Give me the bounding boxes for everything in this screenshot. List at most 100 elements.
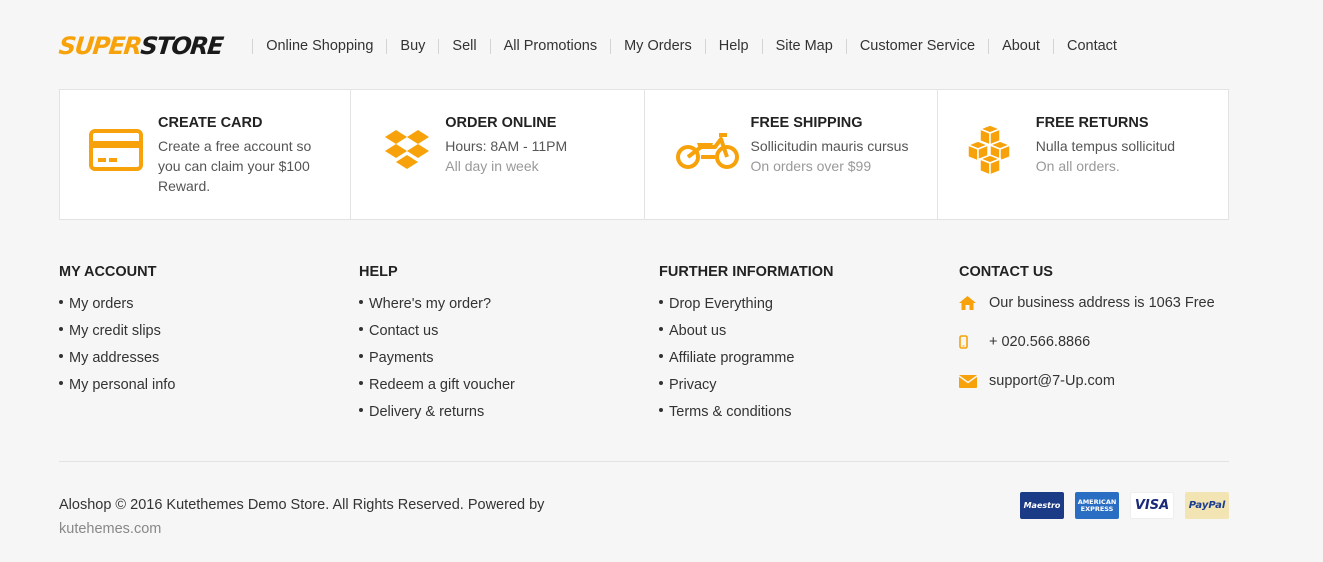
feature-create-card: CREATE CARD Create a free account so you…	[60, 90, 350, 219]
payment-label: PayPal	[1188, 500, 1226, 511]
footer-col-my-account: MY ACCOUNT My orders My credit slips My …	[59, 264, 175, 399]
contact-address-text: Our business address is 1063 Free	[989, 295, 1215, 311]
feature-desc: Sollicitudin mauris cursus	[750, 138, 909, 154]
link-about-us[interactable]: About us	[669, 323, 726, 339]
nav-help[interactable]: Help	[704, 38, 762, 54]
logo-part-super: SUPER	[57, 32, 143, 60]
bullet	[359, 354, 363, 359]
copyright-link[interactable]: kutehemes.com	[59, 517, 544, 541]
copyright: Aloshop © 2016 Kutethemes Demo Store. Al…	[59, 493, 544, 541]
top-bar: SUPERSTORE Online Shopping Buy Sell All …	[58, 28, 1130, 64]
list-item[interactable]: Terms & conditions	[659, 399, 834, 426]
bullet	[659, 327, 663, 332]
list-item[interactable]: My addresses	[59, 345, 175, 372]
list-item[interactable]: My credit slips	[59, 318, 175, 345]
bullet	[659, 381, 663, 386]
link-payments[interactable]: Payments	[369, 350, 433, 366]
payment-label: Maestro	[1023, 501, 1061, 510]
contact-phone: + 020.566.8866	[959, 330, 1215, 354]
feature-order-online: ORDER ONLINE Hours: 8AM - 11PM All day i…	[350, 90, 643, 219]
visa-card-icon: VISA	[1130, 492, 1174, 519]
list-item[interactable]: About us	[659, 318, 834, 345]
motorcycle-icon	[675, 133, 739, 169]
bullet	[59, 327, 63, 332]
link-redeem-gift-voucher[interactable]: Redeem a gift voucher	[369, 377, 515, 393]
list-item[interactable]: Contact us	[359, 318, 515, 345]
copyright-text: Aloshop © 2016 Kutethemes Demo Store. Al…	[59, 497, 545, 513]
list-item[interactable]: Delivery & returns	[359, 399, 515, 426]
column-title: FURTHER INFORMATION	[659, 264, 834, 280]
features-bar: CREATE CARD Create a free account so you…	[59, 89, 1229, 220]
dropbox-icon	[385, 130, 430, 169]
bullet	[659, 300, 663, 305]
link-my-personal-info[interactable]: My personal info	[69, 377, 175, 393]
list-item[interactable]: Redeem a gift voucher	[359, 372, 515, 399]
payment-label: AMERICAN EXPRESS	[1077, 497, 1117, 513]
contact-email: support@7-Up.com	[959, 369, 1215, 393]
link-my-addresses[interactable]: My addresses	[69, 350, 159, 366]
feature-free-shipping: FREE SHIPPING Sollicitudin mauris cursus…	[643, 90, 937, 219]
list-item[interactable]: Payments	[359, 345, 515, 372]
nav-contact[interactable]: Contact	[1052, 38, 1130, 54]
link-delivery-returns[interactable]: Delivery & returns	[369, 404, 484, 420]
footer-col-contact-us: CONTACT US Our business address is 1063 …	[959, 264, 1215, 408]
nav-my-orders[interactable]: My Orders	[610, 38, 705, 54]
nav-online-shopping[interactable]: Online Shopping	[252, 38, 386, 54]
contact-phone-text[interactable]: + 020.566.8866	[989, 334, 1090, 350]
link-drop-everything[interactable]: Drop Everything	[669, 296, 773, 312]
feature-sub: On orders over $99	[750, 158, 872, 174]
feature-title: FREE RETURNS	[1035, 115, 1149, 131]
payment-label: VISA	[1134, 498, 1170, 513]
nav-about[interactable]: About	[988, 38, 1053, 54]
bullet	[359, 300, 363, 305]
contact-email-text[interactable]: support@7-Up.com	[989, 373, 1115, 389]
link-contact-us[interactable]: Contact us	[369, 323, 438, 339]
feature-title: ORDER ONLINE	[445, 115, 557, 131]
main-nav: Online Shopping Buy Sell All Promotions …	[252, 38, 1130, 54]
feature-sub: All day in week	[445, 158, 539, 174]
contact-address: Our business address is 1063 Free	[959, 291, 1215, 315]
list-item[interactable]: Where's my order?	[359, 291, 515, 318]
nav-sell[interactable]: Sell	[438, 38, 489, 54]
list-item[interactable]: Drop Everything	[659, 291, 834, 318]
footer-col-help: HELP Where's my order? Contact us Paymen…	[359, 264, 515, 426]
bullet	[59, 381, 63, 386]
nav-all-promotions[interactable]: All Promotions	[489, 38, 610, 54]
footer-col-further-information: FURTHER INFORMATION Drop Everything Abou…	[659, 264, 834, 426]
bullet	[59, 354, 63, 359]
logo-part-store: STORE	[139, 32, 224, 60]
column-title: CONTACT US	[959, 264, 1053, 280]
feature-desc: Create a free account so you can claim y…	[158, 138, 312, 194]
payment-methods: Maestro AMERICAN EXPRESS VISA PayPal	[1020, 492, 1229, 519]
nav-customer-service[interactable]: Customer Service	[845, 38, 988, 54]
amex-card-icon: AMERICAN EXPRESS	[1075, 492, 1119, 519]
bullet	[59, 300, 63, 305]
link-terms-conditions[interactable]: Terms & conditions	[669, 404, 792, 420]
feature-desc: Nulla tempus sollicitud	[1035, 138, 1176, 154]
bullet	[659, 354, 663, 359]
link-privacy[interactable]: Privacy	[669, 377, 717, 393]
footer-divider	[59, 461, 1229, 462]
paypal-card-icon: PayPal	[1185, 492, 1229, 519]
list-item[interactable]: Affiliate programme	[659, 345, 834, 372]
home-icon	[959, 296, 989, 310]
feature-sub: On all orders.	[1035, 158, 1120, 174]
link-wheres-my-order[interactable]: Where's my order?	[369, 296, 491, 312]
feature-title: FREE SHIPPING	[750, 115, 863, 131]
credit-card-icon	[89, 129, 143, 171]
link-affiliate-programme[interactable]: Affiliate programme	[669, 350, 794, 366]
list-item[interactable]: Privacy	[659, 372, 834, 399]
bullet	[359, 408, 363, 413]
list-item[interactable]: My orders	[59, 291, 175, 318]
nav-site-map[interactable]: Site Map	[761, 38, 846, 54]
logo[interactable]: SUPERSTORE	[58, 32, 224, 60]
link-my-credit-slips[interactable]: My credit slips	[69, 323, 161, 339]
column-title: MY ACCOUNT	[59, 264, 157, 280]
link-my-orders[interactable]: My orders	[69, 296, 133, 312]
bullet	[659, 408, 663, 413]
envelope-icon	[959, 374, 989, 388]
feature-desc: Hours: 8AM - 11PM	[445, 138, 568, 154]
nav-buy[interactable]: Buy	[386, 38, 438, 54]
feature-free-returns: FREE RETURNS Nulla tempus sollicitud On …	[936, 90, 1228, 219]
list-item[interactable]: My personal info	[59, 372, 175, 399]
